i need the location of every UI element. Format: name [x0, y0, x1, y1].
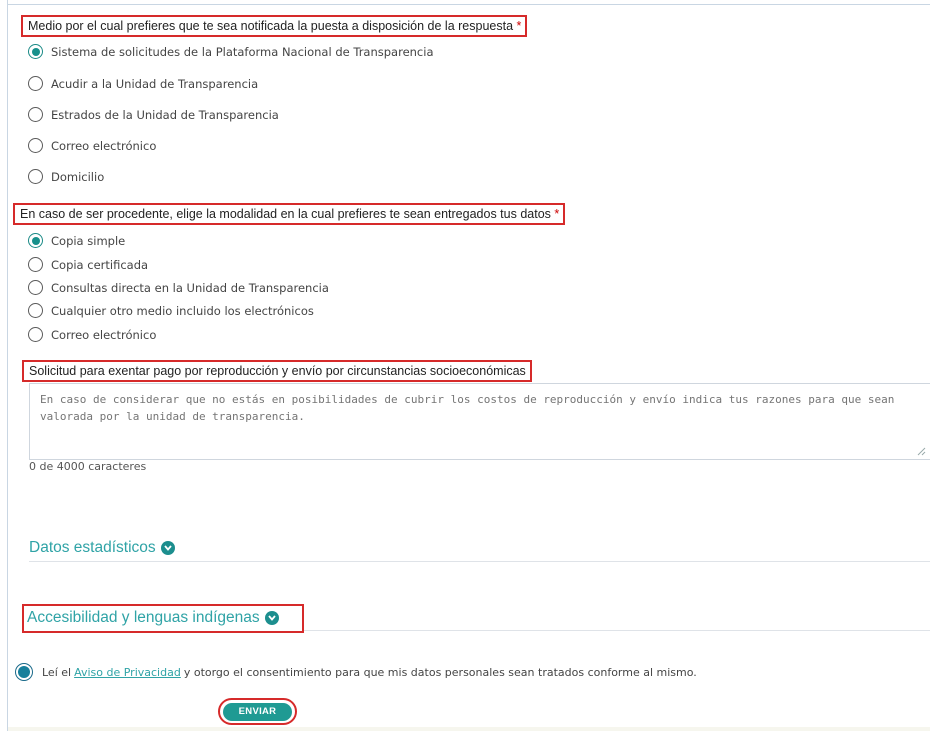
option-label: Correo electrónico [51, 327, 157, 342]
modality-option-other-media[interactable]: Cualquier otro medio incluido los electr… [28, 303, 314, 318]
modality-label: En caso de ser procedente, elige la moda… [13, 203, 566, 225]
radio-unchecked-icon[interactable] [28, 76, 43, 91]
submit-button[interactable]: ENVIAR [223, 702, 292, 721]
modality-label-text: En caso de ser procedente, elige la moda… [20, 207, 551, 221]
option-label: Domicilio [51, 169, 105, 184]
character-counter: 0 de 4000 caracteres [29, 460, 147, 473]
required-asterisk: * [516, 19, 522, 33]
radio-unchecked-icon[interactable] [28, 303, 43, 318]
notification-option-estrados[interactable]: Estrados de la Unidad de Transparencia [28, 107, 279, 122]
privacy-notice-link[interactable]: Aviso de Privacidad [74, 666, 181, 679]
privacy-text-prefix: Leí el [42, 665, 72, 679]
radio-unchecked-icon[interactable] [28, 169, 43, 184]
option-label: Acudir a la Unidad de Transparencia [51, 76, 259, 91]
chevron-down-icon [160, 541, 175, 555]
option-label: Copia simple [51, 233, 126, 248]
option-label: Sistema de solicitudes de la Plataforma … [51, 44, 434, 59]
modality-option-email[interactable]: Correo electrónico [28, 327, 156, 342]
statistics-section-title: Datos estadísticos [29, 539, 156, 556]
radio-unchecked-icon[interactable] [28, 107, 43, 122]
radio-unchecked-icon[interactable] [28, 257, 43, 272]
notification-option-unit[interactable]: Acudir a la Unidad de Transparencia [28, 76, 258, 91]
statistics-divider [29, 561, 930, 562]
option-label: Estrados de la Unidad de Transparencia [51, 107, 279, 122]
modality-option-direct-consult[interactable]: Consultas directa en la Unidad de Transp… [28, 280, 329, 295]
panel-top-border [7, 4, 930, 5]
footer-strip [8, 727, 930, 731]
required-asterisk: * [554, 207, 560, 221]
notification-label: Medio por el cual prefieres que te sea n… [21, 15, 528, 37]
option-label: Correo electrónico [51, 138, 157, 153]
notification-option-email[interactable]: Correo electrónico [28, 138, 156, 153]
submit-highlight: ENVIAR [218, 698, 297, 725]
radio-checked-icon[interactable] [28, 233, 43, 248]
accessibility-section-toggle[interactable]: Accesibilidad y lenguas indígenas [27, 609, 279, 627]
privacy-consent: Leí el Aviso de Privacidad y otorgo el c… [15, 663, 697, 681]
exemption-reason-textarea[interactable] [29, 383, 930, 460]
radio-unchecked-icon[interactable] [28, 138, 43, 153]
accessibility-divider [304, 630, 930, 631]
notification-label-text: Medio por el cual prefieres que te sea n… [28, 19, 514, 33]
accessibility-section-title: Accesibilidad y lenguas indígenas [27, 609, 260, 626]
radio-checked-icon[interactable] [28, 44, 43, 59]
statistics-section-toggle[interactable]: Datos estadísticos [29, 539, 175, 557]
resize-grip-icon[interactable] [916, 446, 926, 456]
panel-left-border [7, 0, 8, 731]
modality-option-certified-copy[interactable]: Copia certificada [28, 257, 148, 272]
option-label: Cualquier otro medio incluido los electr… [51, 303, 314, 318]
privacy-text-suffix: y otorgo el consentimiento para que mis … [183, 665, 697, 679]
privacy-consent-radio[interactable] [15, 663, 33, 681]
notification-option-domicilio[interactable]: Domicilio [28, 169, 104, 184]
radio-unchecked-icon[interactable] [28, 280, 43, 295]
radio-unchecked-icon[interactable] [28, 327, 43, 342]
notification-option-platform[interactable]: Sistema de solicitudes de la Plataforma … [28, 44, 434, 59]
modality-option-simple-copy[interactable]: Copia simple [28, 233, 125, 248]
exemption-label: Solicitud para exentar pago por reproduc… [22, 360, 532, 382]
option-label: Consultas directa en la Unidad de Transp… [51, 280, 329, 295]
option-label: Copia certificada [51, 257, 149, 272]
exemption-label-text: Solicitud para exentar pago por reproduc… [29, 364, 526, 378]
chevron-down-icon [264, 611, 279, 625]
